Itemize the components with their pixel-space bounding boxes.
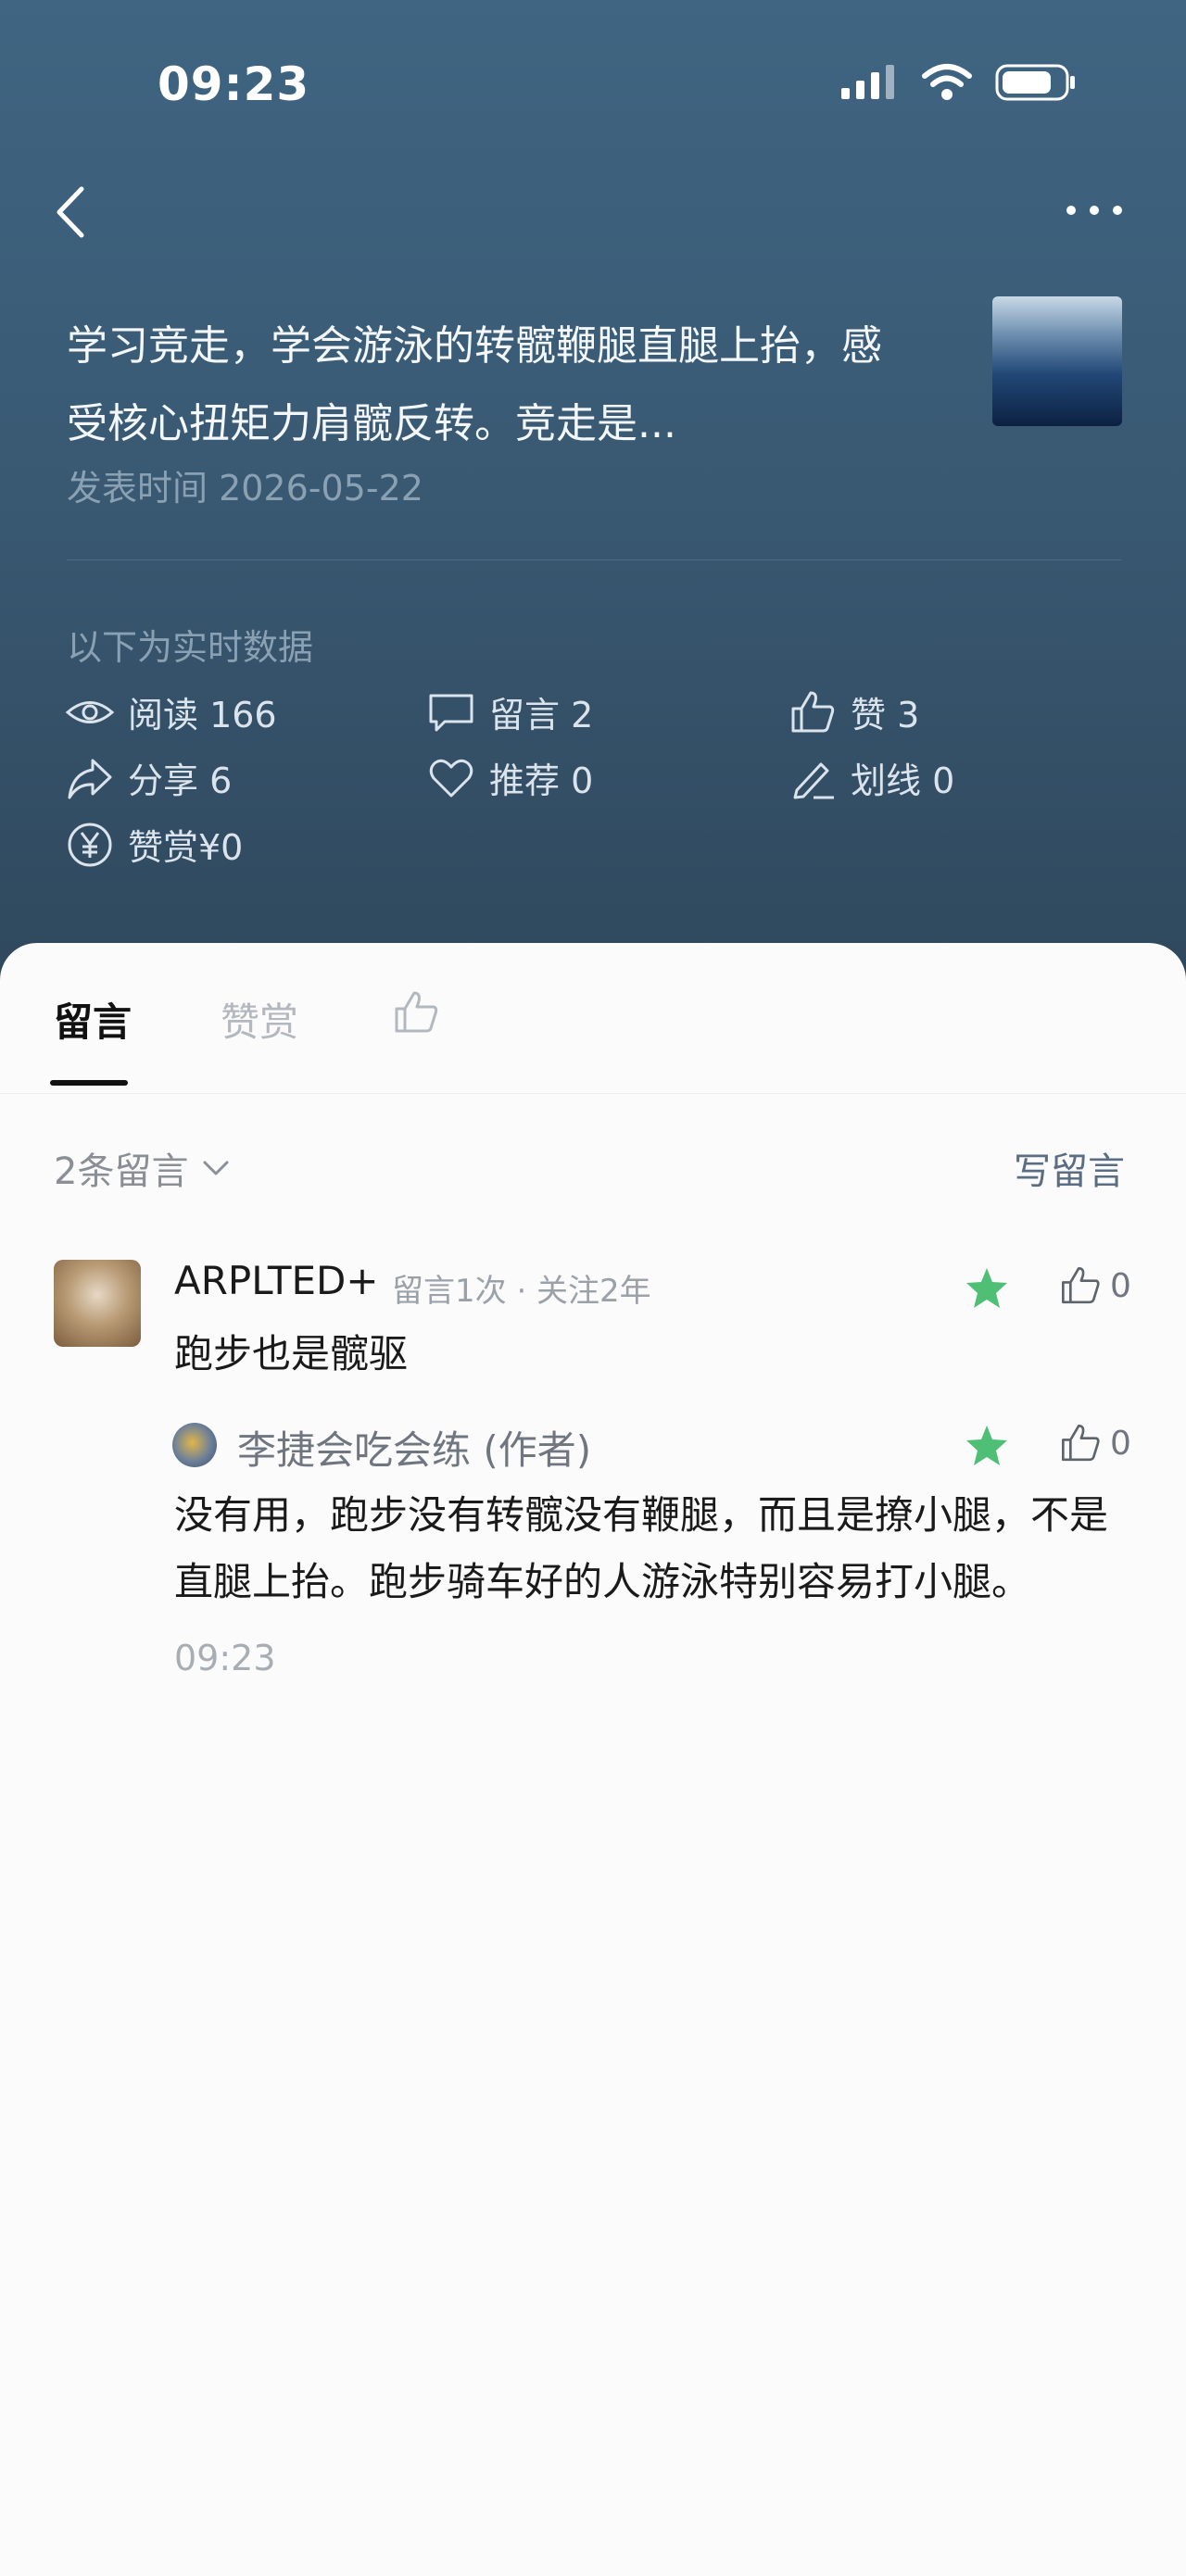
comment-text: 跑步也是髋驱 (174, 1331, 409, 1376)
reply-time: 09:23 (174, 1638, 276, 1678)
stat-share-label: 分享 6 (128, 760, 233, 801)
reply-like-button[interactable]: 0 (1058, 1421, 1131, 1465)
stat-underline: 划线 0 (788, 752, 954, 803)
stat-like-label: 赞 3 (851, 695, 920, 735)
comment-meta: 留言1次 · 关注2年 (392, 1273, 651, 1310)
chevron-down-icon (203, 1161, 229, 1175)
comment-icon (429, 694, 473, 731)
heart-icon (429, 759, 473, 797)
tab-likes-thumbs-up-icon[interactable] (391, 987, 441, 1037)
avatar[interactable] (54, 1260, 141, 1347)
eye-icon (65, 700, 115, 723)
tab-divider (0, 1093, 1186, 1094)
divider (67, 559, 1121, 560)
thumbs-up-icon (791, 691, 835, 732)
tab-comments[interactable]: 留言 (54, 991, 132, 1048)
stat-reward-label: 赞赏¥0 (128, 827, 244, 868)
back-icon[interactable] (48, 180, 95, 245)
publish-date: 发表时间 2026-05-22 (67, 468, 423, 509)
stat-underline-label: 划线 0 (851, 760, 955, 801)
tab-active-indicator (50, 1080, 128, 1086)
stat-like: 赞 3 (788, 686, 919, 737)
avatar[interactable] (172, 1423, 217, 1467)
stat-recommend-label: 推荐 0 (489, 760, 594, 801)
wifi-icon (922, 64, 972, 100)
thumbs-up-icon (1062, 1267, 1100, 1304)
share-icon (68, 759, 112, 798)
comment-like-count: 0 (1110, 1266, 1131, 1305)
comment-author[interactable]: ARPLTED+ (174, 1258, 379, 1303)
reply-text: 没有用，跑步没有转髋没有鞭腿，而且是撩小腿，不是直腿上抬。跑步骑车好的人游泳特别… (174, 1492, 1109, 1604)
star-icon[interactable] (964, 1265, 1010, 1312)
stat-comment: 留言 2 (426, 686, 593, 737)
stat-reward: 赞赏¥0 (65, 819, 243, 870)
comment-like-button[interactable]: 0 (1058, 1263, 1131, 1308)
battery-icon (995, 64, 1075, 101)
comment-count-dropdown[interactable]: 2条留言 (54, 1141, 234, 1195)
reply-like-count: 0 (1110, 1424, 1131, 1463)
article-title[interactable]: 学习竞走，学会游泳的转髋鞭腿直腿上抬，感受核心扭矩力肩髋反转。竞走是... (67, 308, 901, 463)
status-icons (839, 63, 1077, 102)
stat-recommend: 推荐 0 (426, 752, 593, 803)
reply-author[interactable]: 李捷会吃会练 (作者) (237, 1419, 591, 1476)
article-header: 09:23 学习竞走，学会游泳的转髋鞭腿直腿上抬，感受核心扭矩力肩髋反转。竞走是… (0, 0, 1186, 982)
stat-share: 分享 6 (65, 752, 232, 803)
star-icon[interactable] (964, 1423, 1010, 1469)
yen-icon (68, 823, 112, 866)
comment-count-label: 2条留言 (54, 1150, 189, 1193)
thumbs-up-icon (1062, 1425, 1100, 1462)
signal-icon (841, 65, 894, 99)
tab-rewards[interactable]: 赞赏 (221, 991, 298, 1048)
article-thumbnail[interactable] (992, 296, 1122, 426)
realtime-label: 以下为实时数据 (67, 627, 314, 668)
stat-read: 阅读 166 (65, 686, 277, 737)
stat-comment-label: 留言 2 (489, 695, 594, 735)
pen-icon (793, 762, 834, 798)
status-time: 09:23 (158, 57, 310, 111)
write-comment-button[interactable]: 写留言 (1014, 1141, 1125, 1195)
stat-read-label: 阅读 166 (128, 695, 277, 735)
more-icon[interactable] (1062, 196, 1127, 224)
